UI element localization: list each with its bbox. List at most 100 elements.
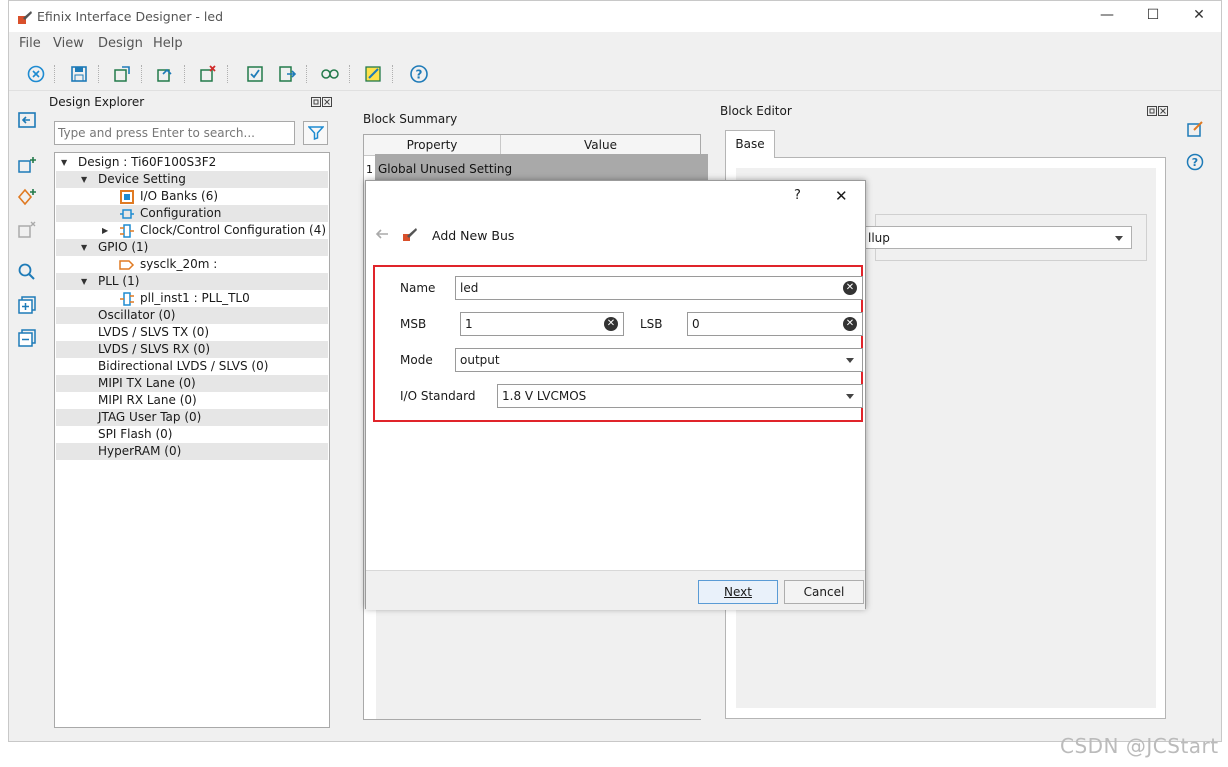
menu-view[interactable]: View xyxy=(53,36,84,51)
minimize-button[interactable]: — xyxy=(1095,7,1119,27)
add-bus-icon xyxy=(403,228,417,241)
design-tree: ▼ Design : Ti60F100S3F2 ▼ Device Setting… xyxy=(54,152,330,728)
app-logo-icon xyxy=(18,11,32,24)
help-icon[interactable]: ? xyxy=(1185,152,1205,172)
generate-icon[interactable] xyxy=(155,64,175,84)
check-design-icon[interactable] xyxy=(245,64,265,84)
back-arrow-icon[interactable] xyxy=(374,226,390,242)
view-icon[interactable] xyxy=(320,64,340,84)
svg-text:?: ? xyxy=(1192,156,1198,169)
editor-combo[interactable]: llup xyxy=(859,226,1132,249)
tree-item-bidir-lvds[interactable]: Bidirectional LVDS / SLVS (0) xyxy=(56,358,328,375)
cancel-button[interactable]: Cancel xyxy=(784,580,864,604)
next-button[interactable]: Next xyxy=(698,580,778,604)
tree-item-io-banks[interactable]: I/O Banks (6) xyxy=(56,188,328,205)
explorer-search-input[interactable]: Type and press Enter to search... xyxy=(54,121,295,145)
filter-button[interactable] xyxy=(303,121,328,145)
tree-item-hyperram[interactable]: HyperRAM (0) xyxy=(56,443,328,460)
tree-item-lvds-tx[interactable]: LVDS / SLVS TX (0) xyxy=(56,324,328,341)
svg-text:?: ? xyxy=(416,68,423,82)
msb-label: MSB xyxy=(400,317,427,331)
block-summary-title: Block Summary xyxy=(363,112,458,126)
expanded-arrow-icon[interactable]: ▼ xyxy=(81,273,87,290)
msb-field[interactable]: 1 ✕ xyxy=(460,312,624,336)
column-header-value[interactable]: Value xyxy=(501,135,700,156)
filter-icon xyxy=(308,126,324,140)
tree-item-mipi-tx[interactable]: MIPI TX Lane (0) xyxy=(56,375,328,392)
column-header-property[interactable]: Property xyxy=(364,135,501,156)
design-explorer-title: Design Explorer xyxy=(49,95,145,109)
collapse-panel-icon[interactable] xyxy=(17,110,37,130)
remove-block-icon[interactable] xyxy=(17,220,37,240)
help-icon[interactable]: ? xyxy=(409,64,429,84)
dialog-help-button[interactable]: ? xyxy=(794,188,801,203)
tree-item-lvds-rx[interactable]: LVDS / SLVS RX (0) xyxy=(56,341,328,358)
dialog-footer: Next Cancel xyxy=(366,570,865,610)
expanded-arrow-icon[interactable]: ▼ xyxy=(61,154,67,171)
tree-item-clock-control[interactable]: ▶ Clock/Control Configuration (4) xyxy=(56,222,328,239)
chevron-down-icon xyxy=(1115,236,1123,241)
io-banks-icon xyxy=(120,190,134,204)
tree-item-pll-inst1[interactable]: pll_inst1 : PLL_TL0 xyxy=(56,290,328,307)
summary-selected-row[interactable]: 1 Global Unused Setting xyxy=(366,154,708,180)
tree-item-configuration[interactable]: Configuration xyxy=(56,205,328,222)
tab-base[interactable]: Base xyxy=(725,130,775,158)
row-property: Global Unused Setting xyxy=(378,162,513,176)
gpio-input-icon xyxy=(119,260,135,270)
editor-combo-value: llup xyxy=(868,231,890,245)
edit-icon[interactable] xyxy=(1185,119,1205,139)
tree-item-oscillator[interactable]: Oscillator (0) xyxy=(56,307,328,324)
tree-item-pll[interactable]: ▼ PLL (1) xyxy=(56,273,328,290)
clear-icon[interactable]: ✕ xyxy=(604,317,618,331)
add-new-bus-dialog: ? ✕ Add New Bus Name led ✕ MSB 1 ✕ LSB 0… xyxy=(365,180,866,610)
tree-item-jtag[interactable]: JTAG User Tap (0) xyxy=(56,409,328,426)
name-field[interactable]: led ✕ xyxy=(455,276,863,300)
report-icon[interactable] xyxy=(277,64,297,84)
configuration-icon xyxy=(120,209,134,219)
lsb-label: LSB xyxy=(640,317,663,331)
add-block-icon[interactable] xyxy=(17,155,37,175)
export-icon[interactable] xyxy=(112,64,132,84)
row-index: 1 xyxy=(366,163,373,176)
clear-icon[interactable]: ✕ xyxy=(843,317,857,331)
chevron-down-icon xyxy=(846,358,854,363)
close-design-icon[interactable] xyxy=(26,64,46,84)
edit-design-icon[interactable] xyxy=(363,64,383,84)
lsb-field[interactable]: 0 ✕ xyxy=(687,312,863,336)
window-title: Efinix Interface Designer - led xyxy=(37,9,224,24)
clear-icon[interactable]: ✕ xyxy=(843,281,857,295)
save-icon[interactable] xyxy=(69,64,89,84)
expanded-arrow-icon[interactable]: ▼ xyxy=(81,239,87,256)
mode-label: Mode xyxy=(400,353,433,367)
close-window-button[interactable]: ✕ xyxy=(1187,7,1211,27)
tree-item-device-setting[interactable]: ▼ Device Setting xyxy=(56,171,328,188)
menu-file[interactable]: File xyxy=(19,36,41,51)
app-window: Efinix Interface Designer - led — ☐ ✕ Fi… xyxy=(8,0,1222,742)
clock-control-icon xyxy=(120,224,134,238)
maximize-button[interactable]: ☐ xyxy=(1141,7,1165,27)
tree-item-mipi-rx[interactable]: MIPI RX Lane (0) xyxy=(56,392,328,409)
io-standard-label: I/O Standard xyxy=(400,389,476,403)
menu-help[interactable]: Help xyxy=(153,36,183,51)
mode-select[interactable]: output xyxy=(455,348,863,372)
collapsed-arrow-icon[interactable]: ▶ xyxy=(102,222,108,239)
tree-item-sysclk[interactable]: sysclk_20m : xyxy=(56,256,328,273)
tree-item-spi-flash[interactable]: SPI Flash (0) xyxy=(56,426,328,443)
io-standard-select[interactable]: 1.8 V LVCMOS xyxy=(497,384,863,408)
pll-icon xyxy=(120,292,134,306)
name-label: Name xyxy=(400,281,436,295)
menu-design[interactable]: Design xyxy=(98,36,143,51)
add-diamond-icon[interactable] xyxy=(17,187,37,207)
tree-item-gpio[interactable]: ▼ GPIO (1) xyxy=(56,239,328,256)
expand-all-icon[interactable] xyxy=(17,295,37,315)
chevron-down-icon xyxy=(846,394,854,399)
collapse-all-icon[interactable] xyxy=(17,328,37,348)
watermark: CSDN @JCStart xyxy=(1060,734,1219,758)
dialog-close-button[interactable]: ✕ xyxy=(835,187,848,205)
dock-buttons-icon[interactable] xyxy=(311,97,333,108)
delete-block-icon[interactable] xyxy=(198,64,218,84)
dock-buttons-icon[interactable] xyxy=(1147,106,1169,117)
tree-item-design[interactable]: ▼ Design : Ti60F100S3F2 xyxy=(56,154,328,171)
expanded-arrow-icon[interactable]: ▼ xyxy=(81,171,87,188)
search-icon[interactable] xyxy=(17,262,37,282)
